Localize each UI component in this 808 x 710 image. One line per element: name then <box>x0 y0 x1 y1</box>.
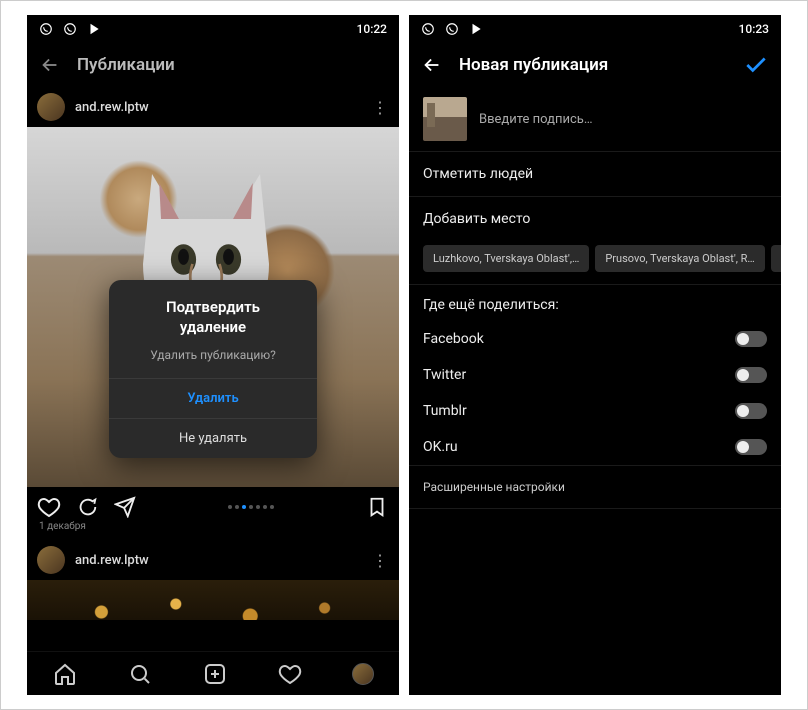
profile-tab[interactable] <box>352 663 374 685</box>
share-label: Facebook <box>423 331 484 347</box>
post-date: 1 декабря <box>27 521 399 540</box>
new-post-icon[interactable] <box>202 661 228 687</box>
add-place-row[interactable]: Добавить место <box>409 197 781 241</box>
place-chip[interactable]: Luzhkovo, Tverskaya Oblast',… <box>423 245 589 272</box>
share-facebook-row: Facebook <box>409 321 781 357</box>
facebook-toggle[interactable] <box>735 331 767 347</box>
tag-people-row[interactable]: Отметить людей <box>409 152 781 196</box>
more-options-icon[interactable]: ⋮ <box>372 98 389 117</box>
search-icon[interactable] <box>127 661 153 687</box>
play-store-icon <box>469 22 483 36</box>
share-label: Twitter <box>423 367 466 383</box>
post-header: and.rew.lptw ⋮ <box>27 540 399 580</box>
twitter-toggle[interactable] <box>735 367 767 383</box>
share-twitter-row: Twitter <box>409 357 781 393</box>
share-icon[interactable] <box>113 495 137 519</box>
post-header: and.rew.lptw ⋮ <box>27 87 399 127</box>
home-icon[interactable] <box>52 661 78 687</box>
place-suggestions: Luzhkovo, Tverskaya Oblast',… Prusovo, T… <box>409 241 781 284</box>
viber-icon <box>421 22 435 36</box>
username[interactable]: and.rew.lptw <box>75 100 149 115</box>
status-bar: 10:22 <box>27 15 399 43</box>
place-chip[interactable]: Prusovo, Tverskaya Oblast', R… <box>595 245 764 272</box>
okru-toggle[interactable] <box>735 439 767 455</box>
phone-right: 10:23 Новая публикация Введите подпись… … <box>409 15 781 695</box>
bottom-nav <box>27 651 399 695</box>
post-actions <box>27 487 399 521</box>
like-icon[interactable] <box>37 495 61 519</box>
share-tumblr-row: Tumblr <box>409 393 781 429</box>
more-options-icon[interactable]: ⋮ <box>372 551 389 570</box>
confirm-button[interactable] <box>743 52 769 78</box>
status-bar: 10:23 <box>409 15 781 43</box>
play-store-icon <box>87 22 101 36</box>
viber-icon <box>445 22 459 36</box>
share-section-label: Где ещё поделиться: <box>409 285 781 321</box>
app-bar: Публикации <box>27 43 399 87</box>
phone-left: 10:22 Публикации and.rew.lptw ⋮ <box>27 15 399 695</box>
avatar[interactable] <box>37 93 65 121</box>
carousel-pager <box>151 505 351 509</box>
bookmark-icon[interactable] <box>365 495 389 519</box>
place-chip[interactable]: Прямух… <box>771 245 781 272</box>
back-button[interactable] <box>39 54 61 76</box>
comment-icon[interactable] <box>75 495 99 519</box>
status-time: 10:22 <box>357 22 387 36</box>
caption-input[interactable]: Введите подпись… <box>479 112 593 127</box>
username[interactable]: and.rew.lptw <box>75 553 149 568</box>
viber-icon <box>39 22 53 36</box>
caption-row[interactable]: Введите подпись… <box>409 87 781 151</box>
back-button[interactable] <box>421 54 443 76</box>
share-okru-row: OK.ru <box>409 429 781 465</box>
share-label: OK.ru <box>423 439 458 455</box>
post-image[interactable] <box>27 580 399 620</box>
tumblr-toggle[interactable] <box>735 403 767 419</box>
share-label: Tumblr <box>423 403 467 419</box>
status-time: 10:23 <box>739 22 769 36</box>
activity-icon[interactable] <box>277 661 303 687</box>
avatar[interactable] <box>37 546 65 574</box>
viber-icon <box>63 22 77 36</box>
app-bar: Новая публикация <box>409 43 781 87</box>
advanced-settings-row[interactable]: Расширенные настройки <box>409 466 781 508</box>
page-title: Новая публикация <box>459 55 608 75</box>
page-title: Публикации <box>77 55 175 75</box>
post-thumbnail[interactable] <box>423 97 467 141</box>
post-image[interactable] <box>27 127 399 487</box>
